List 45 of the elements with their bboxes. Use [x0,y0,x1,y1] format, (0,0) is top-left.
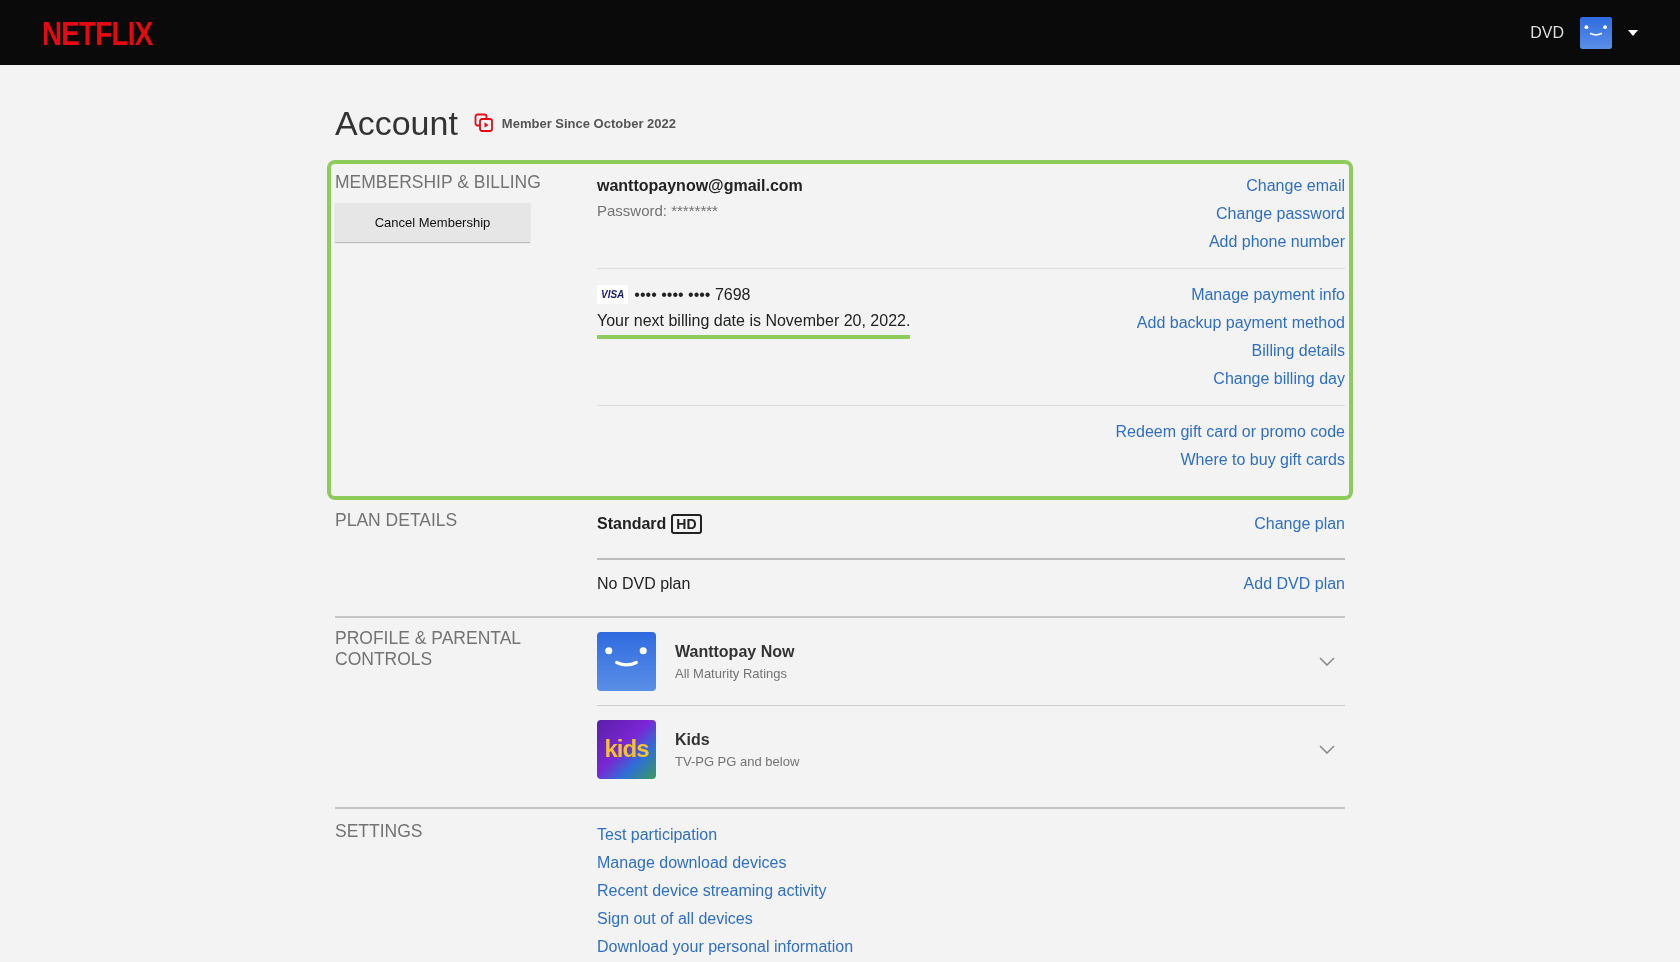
caret-icon[interactable] [1628,29,1638,36]
plan-name: Standard [597,513,667,534]
card-number: •••• •••• •••• 7698 [634,284,751,305]
link[interactable]: Change billing day [1213,364,1345,393]
plan-name: No DVD plan [597,573,691,594]
profile-name: DVD [1530,22,1564,43]
logo[interactable]: NETFLIX [42,15,153,50]
section-heading: PROFILE & PARENTAL CONTROLS [335,627,522,670]
link[interactable]: Recent device streaming activity [597,876,827,905]
maturity-rating: All Maturity Ratings [675,664,788,683]
hd-badge: HD [671,513,702,534]
link[interactable]: Download your personal information [597,932,854,961]
password-text: Password: ******** [597,200,719,221]
link[interactable]: Add backup payment method [1136,308,1345,337]
link[interactable]: Sign out of all devices [597,904,753,933]
billing-date-text: Your next billing date is November 20, 2022. [597,308,911,339]
avatar-icon[interactable] [1580,16,1612,49]
link[interactable]: Change plan [1254,509,1345,538]
profile-name: Wanttopay Now [675,641,795,662]
link[interactable]: Manage download devices [597,848,787,877]
profile-avatar[interactable] [597,631,656,691]
card-brand-logo: VISA [597,285,629,305]
link[interactable]: Change password [1216,199,1345,228]
avatar-text: kids [604,734,649,765]
profile-avatar[interactable]: kids [597,719,656,779]
chevron-icon[interactable] [1319,744,1335,754]
chevron-icon[interactable] [1319,656,1335,666]
link[interactable]: Billing details [1251,336,1345,365]
section-heading: PLAN DETAILS [335,509,459,531]
member-since-text: Member Since October 2022 [501,114,676,133]
link[interactable]: Test participation [597,820,718,849]
cancel-membership-button[interactable]: Cancel Membership [335,202,530,243]
link[interactable]: Change email [1246,171,1345,200]
email-text: wanttopaynow@gmail.com [597,175,803,196]
membership-icon [473,113,494,134]
link[interactable]: Add DVD plan [1243,569,1345,598]
section-heading: MEMBERSHIP & BILLING [335,171,542,193]
section-heading: SETTINGS [335,820,424,842]
page-title: Account [335,103,458,144]
link[interactable]: Redeem gift card or promo code [1115,417,1345,446]
link[interactable]: Where to buy gift cards [1180,445,1345,474]
profile-name: Kids [675,729,711,750]
link[interactable]: Add phone number [1208,227,1345,256]
maturity-rating: TV-PG PG and below [675,752,800,771]
link[interactable]: Manage payment info [1191,280,1345,309]
